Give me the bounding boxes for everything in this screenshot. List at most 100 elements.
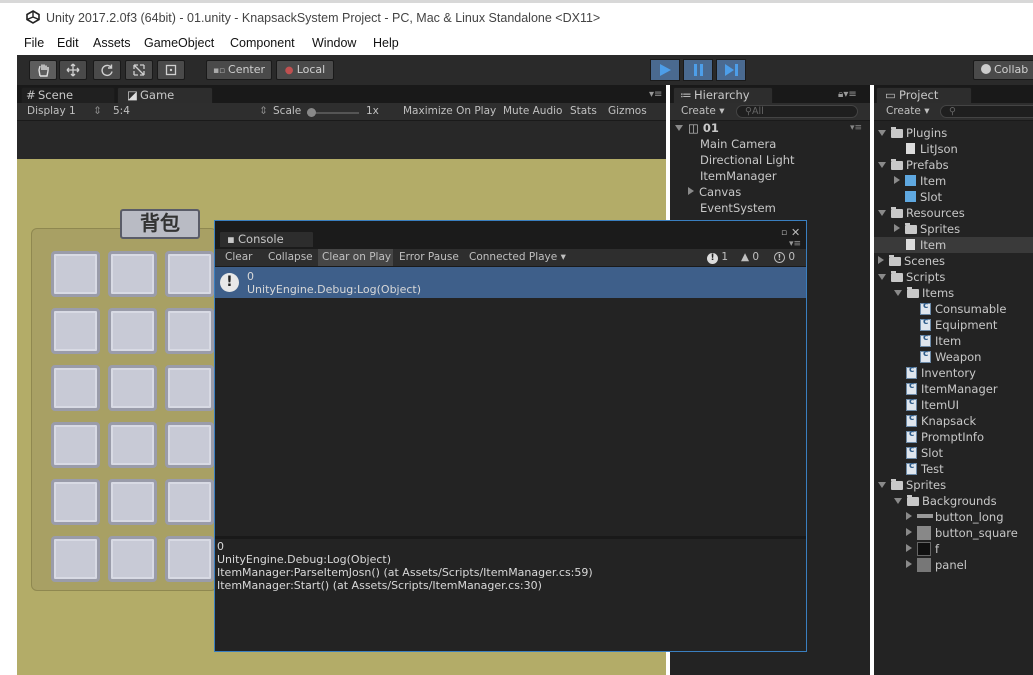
prefab-cube-icon bbox=[905, 175, 916, 186]
project-folder-prefabs[interactable]: Prefabs bbox=[878, 158, 949, 172]
expand-arrow-icon bbox=[878, 274, 886, 280]
hierarchy-lock-icon[interactable]: 🔒︎▾≡ bbox=[838, 89, 857, 100]
project-sprite[interactable]: f bbox=[906, 542, 939, 556]
project-folder-backgrounds[interactable]: Backgrounds bbox=[894, 494, 997, 508]
tab-hierarchy[interactable]: ≔ Hierarchy bbox=[673, 87, 773, 103]
maximize-icon[interactable]: ▫ bbox=[781, 228, 787, 238]
project-folder-plugins[interactable]: Plugins bbox=[878, 126, 947, 140]
play-button[interactable] bbox=[650, 59, 680, 81]
stack-trace-line: ItemManager:Start() (at Assets/Scripts/I… bbox=[217, 579, 542, 592]
move-tool-button[interactable] bbox=[59, 60, 87, 80]
console-menu-icon[interactable]: ▾≡ bbox=[789, 239, 801, 249]
menu-gameobject[interactable]: GameObject bbox=[144, 36, 214, 50]
scene-root-item[interactable]: ◫ 01 bbox=[675, 121, 719, 135]
file-icon bbox=[906, 143, 915, 154]
console-collapse-toggle[interactable]: Collapse bbox=[268, 251, 313, 263]
project-item-litjson[interactable]: LitJson bbox=[906, 142, 958, 156]
project-create-button[interactable]: Create ▾ bbox=[886, 105, 930, 117]
tab-console[interactable]: ▪ Console bbox=[219, 231, 314, 247]
hierarchy-create-button[interactable]: Create ▾ bbox=[681, 105, 725, 117]
console-connected-player-dropdown[interactable]: Connected Playe ▾ bbox=[469, 251, 566, 263]
collapsed-arrow-icon bbox=[894, 176, 900, 184]
collapsed-arrow-icon bbox=[906, 528, 912, 536]
collapsed-arrow-icon bbox=[878, 256, 884, 264]
hand-tool-button[interactable] bbox=[29, 60, 57, 80]
project-sprite[interactable]: button_long bbox=[906, 510, 1004, 524]
menu-component[interactable]: Component bbox=[230, 36, 295, 50]
menu-help[interactable]: Help bbox=[373, 36, 399, 50]
panel-menu-icon[interactable]: ▾≡ bbox=[649, 89, 662, 100]
console-error-pause-toggle[interactable]: Error Pause bbox=[399, 251, 459, 263]
rect-tool-button[interactable] bbox=[157, 60, 185, 80]
warning-count-toggle[interactable]: ▲ 0 bbox=[741, 251, 759, 263]
project-script[interactable]: Consumable bbox=[920, 301, 1006, 316]
project-script[interactable]: Knapsack bbox=[906, 413, 976, 428]
project-script[interactable]: Slot bbox=[906, 445, 943, 460]
project-prefab-slot[interactable]: Slot bbox=[905, 190, 942, 204]
collab-button[interactable]: Collab bbox=[973, 60, 1033, 80]
project-script[interactable]: PromptInfo bbox=[906, 429, 984, 444]
hierarchy-item[interactable]: EventSystem bbox=[700, 201, 776, 215]
project-prefab-item[interactable]: Item bbox=[894, 174, 946, 188]
aspect-select[interactable]: 5:4 bbox=[113, 105, 130, 117]
step-button[interactable] bbox=[716, 59, 746, 81]
inventory-slot bbox=[108, 536, 157, 582]
menu-assets[interactable]: Assets bbox=[93, 36, 131, 50]
display-select[interactable]: Display 1 bbox=[27, 105, 76, 117]
console-clear-on-play-toggle[interactable]: Clear on Play bbox=[322, 251, 391, 263]
stats-toggle[interactable]: Stats bbox=[570, 105, 597, 117]
tab-scene[interactable]: # Scene bbox=[21, 87, 115, 103]
unity-logo-icon bbox=[26, 10, 40, 24]
hierarchy-item-canvas[interactable]: Canvas bbox=[688, 185, 741, 199]
mute-audio-toggle[interactable]: Mute Audio bbox=[503, 105, 562, 117]
inventory-slot bbox=[51, 536, 100, 582]
inventory-slot bbox=[51, 251, 100, 297]
project-item-json[interactable]: Item bbox=[906, 238, 946, 252]
project-script[interactable]: Weapon bbox=[920, 349, 981, 364]
project-folder-items[interactable]: Items bbox=[894, 286, 954, 300]
project-script[interactable]: Item bbox=[920, 333, 961, 348]
scale-slider-thumb[interactable] bbox=[307, 108, 316, 117]
project-folder-sprites[interactable]: Sprites bbox=[894, 222, 960, 236]
tab-project[interactable]: ▭ Project bbox=[876, 87, 972, 103]
window-title-bar: Unity 2017.2.0f3 (64bit) - 01.unity - Kn… bbox=[0, 0, 1033, 33]
project-folder-sprites[interactable]: Sprites bbox=[878, 478, 946, 492]
project-sprite[interactable]: panel bbox=[906, 558, 967, 572]
hierarchy-search-input[interactable]: ⚲All bbox=[736, 105, 858, 118]
console-clear-button[interactable]: Clear bbox=[225, 251, 252, 263]
hierarchy-item[interactable]: Main Camera bbox=[700, 137, 776, 151]
pivot-center-button[interactable]: ▪▫ Center bbox=[206, 60, 272, 80]
hierarchy-item[interactable]: ItemManager bbox=[700, 169, 777, 183]
menu-edit[interactable]: Edit bbox=[57, 36, 79, 50]
scene-icon: # bbox=[26, 88, 36, 102]
console-splitter[interactable] bbox=[215, 536, 806, 539]
project-search-input[interactable]: ⚲ bbox=[940, 105, 1033, 118]
menu-file[interactable]: File bbox=[24, 36, 44, 50]
scale-tool-button[interactable] bbox=[125, 60, 153, 80]
project-script[interactable]: Equipment bbox=[920, 317, 997, 332]
gizmos-toggle[interactable]: Gizmos bbox=[608, 105, 647, 117]
project-sprite[interactable]: button_square bbox=[906, 526, 1018, 540]
project-folder-resources[interactable]: Resources bbox=[878, 206, 965, 220]
project-folder-scenes[interactable]: Scenes bbox=[878, 254, 945, 268]
sprite-thumbnail-icon bbox=[917, 542, 931, 556]
maximize-on-play-toggle[interactable]: Maximize On Play bbox=[403, 105, 496, 117]
project-folder-scripts[interactable]: Scripts bbox=[878, 270, 945, 284]
console-log-entry[interactable]: ! 0 UnityEngine.Debug:Log(Object) bbox=[215, 267, 806, 298]
rotate-tool-button[interactable] bbox=[93, 60, 121, 80]
inventory-slot bbox=[108, 365, 157, 411]
scene-menu-icon[interactable]: ▾≡ bbox=[850, 123, 862, 133]
folder-icon bbox=[891, 159, 903, 170]
project-script[interactable]: Inventory bbox=[906, 365, 976, 380]
project-script[interactable]: Test bbox=[906, 461, 944, 476]
close-icon[interactable]: ✕ bbox=[791, 226, 800, 239]
project-script[interactable]: ItemUI bbox=[906, 397, 959, 412]
project-script[interactable]: ItemManager bbox=[906, 381, 998, 396]
hierarchy-item[interactable]: Directional Light bbox=[700, 153, 795, 167]
error-count-toggle[interactable]: ! 0 bbox=[774, 251, 795, 263]
menu-window[interactable]: Window bbox=[312, 36, 356, 50]
tab-game[interactable]: ◪ Game bbox=[117, 87, 213, 103]
info-count-toggle[interactable]: ! 1 bbox=[707, 251, 728, 264]
pivot-local-button[interactable]: ● Local bbox=[276, 60, 334, 80]
pause-button[interactable] bbox=[683, 59, 713, 81]
